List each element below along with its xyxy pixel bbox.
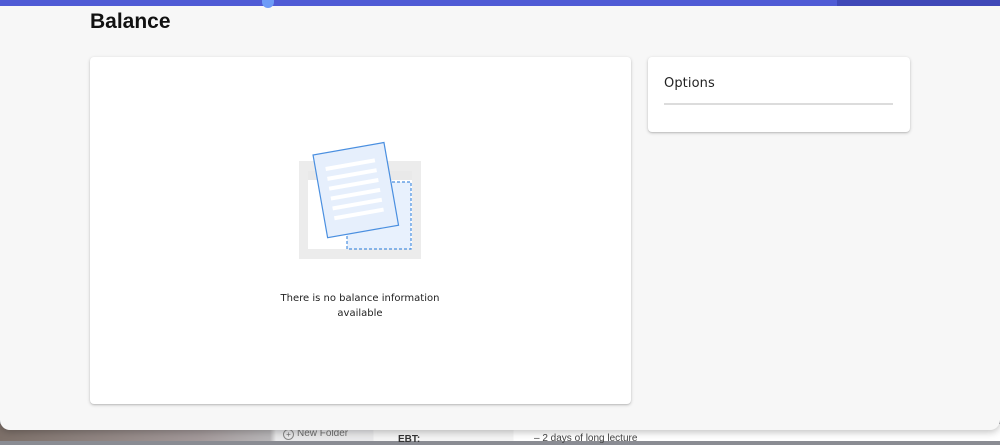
app-window: Balance There is no balance information … <box>0 0 1000 430</box>
background-lecture-text: – 2 days of long lecture <box>534 433 638 444</box>
plus-circle-icon: + <box>283 429 294 440</box>
background-ebt-label: EBT: <box>398 434 421 445</box>
options-card: Options <box>648 57 910 132</box>
options-divider <box>664 103 893 105</box>
page-title: Balance <box>90 10 171 33</box>
empty-document-icon <box>299 141 421 259</box>
empty-state-message: There is no balance information availabl… <box>280 293 440 319</box>
progress-track-end <box>837 0 1000 6</box>
progress-indicator <box>262 0 274 8</box>
balance-card: There is no balance information availabl… <box>90 57 631 404</box>
top-progress-bar <box>0 0 1000 8</box>
options-title: Options <box>664 76 715 91</box>
